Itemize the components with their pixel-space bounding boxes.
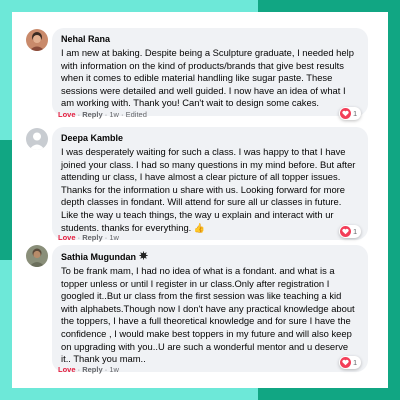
comment-bubble: Nehal Rana I am new at baking. Despite b…: [52, 28, 368, 116]
avatar-image: [26, 29, 48, 51]
comment-actions: Love · Reply · 1w · Edited: [58, 110, 147, 120]
comment-age[interactable]: 1w: [109, 110, 119, 119]
reaction-badge[interactable]: 1: [339, 225, 362, 238]
reaction-count: 1: [353, 227, 358, 236]
badge-icon: [138, 251, 148, 262]
comment-age[interactable]: 1w: [109, 365, 119, 374]
avatar-deepa-kamble[interactable]: [26, 128, 48, 150]
reaction-count: 1: [353, 109, 358, 118]
comment-text: To be frank mam, I had no idea of what i…: [61, 265, 355, 365]
reply-link[interactable]: Reply: [82, 365, 102, 374]
thumbs-up-emoji: 👍: [193, 222, 206, 233]
avatar-image: [26, 245, 48, 267]
comment-actions: Love · Reply · 1w: [58, 365, 119, 375]
reaction-badge[interactable]: 1: [339, 107, 362, 120]
commenter-name[interactable]: Nehal Rana: [61, 34, 359, 45]
reaction-badge[interactable]: 1: [339, 356, 362, 369]
commenter-name[interactable]: Sathia Mugundan: [61, 251, 359, 263]
heart-icon: [340, 108, 351, 119]
love-link[interactable]: Love: [58, 233, 76, 242]
comment-age[interactable]: 1w: [109, 233, 119, 242]
reply-link[interactable]: Reply: [82, 110, 102, 119]
comment-bubble: Deepa Kamble I was desperately waiting f…: [52, 127, 368, 241]
love-link[interactable]: Love: [58, 365, 76, 374]
comment-text: I was desperately waiting for such a cla…: [61, 146, 356, 233]
love-link[interactable]: Love: [58, 110, 76, 119]
avatar-sathia-mugundan[interactable]: [26, 245, 48, 267]
edited-label[interactable]: Edited: [126, 110, 147, 119]
default-avatar-icon: [26, 128, 48, 150]
avatar-nehal-rana[interactable]: [26, 29, 48, 51]
reaction-count: 1: [353, 358, 358, 367]
commenter-name[interactable]: Deepa Kamble: [61, 133, 359, 144]
reply-link[interactable]: Reply: [82, 233, 102, 242]
comment-bubble: Sathia Mugundan To be frank mam, I had n…: [52, 245, 368, 372]
heart-icon: [340, 226, 351, 237]
heart-icon: [340, 357, 351, 368]
comment-text: I am new at baking. Despite being a Scul…: [61, 47, 354, 109]
comment-actions: Love · Reply · 1w: [58, 233, 119, 243]
